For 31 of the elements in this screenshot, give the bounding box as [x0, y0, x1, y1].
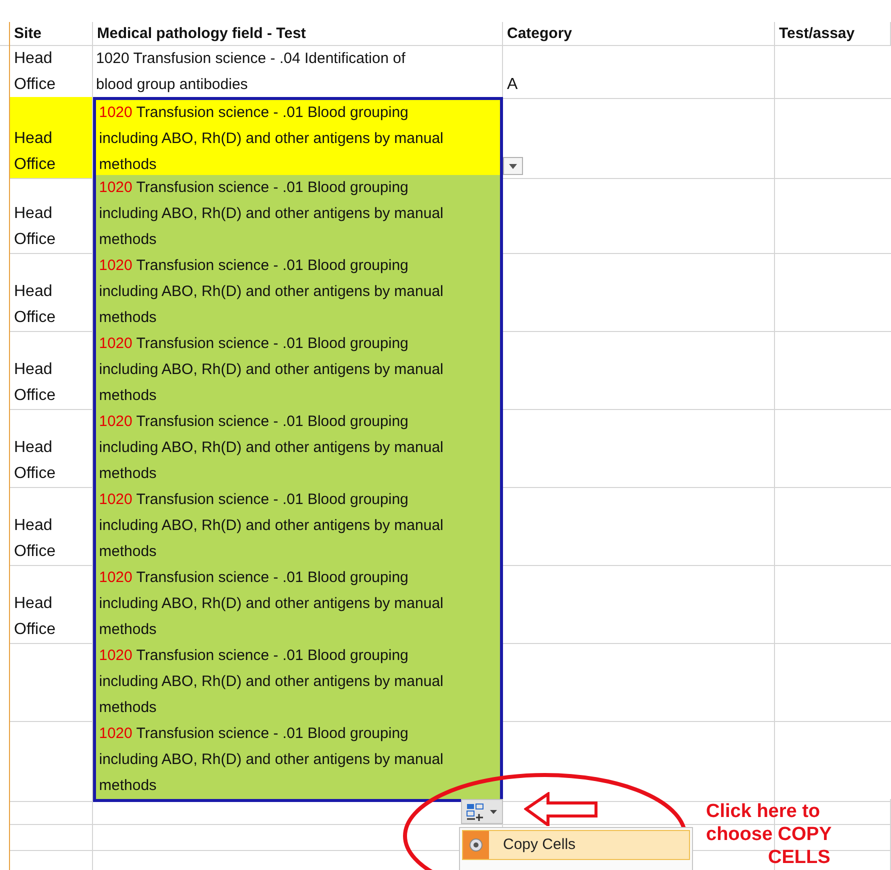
menu-item[interactable]: Copy Cells	[462, 830, 690, 860]
column-header: Site	[14, 24, 42, 44]
column-header: Medical pathology field - Test	[97, 24, 306, 44]
paste-options-icon	[466, 802, 486, 820]
column-header: Category	[507, 24, 572, 44]
test-cell-text: 1020 Transfusion science - .01 Blood grouping including ABO, Rh(D) and other antigens by manual methods	[99, 334, 444, 406]
test-cell-text: 1020 Transfusion science - .01 Blood grouping including ABO, Rh(D) and other antigens by manual methods	[99, 256, 444, 328]
site-cell-text: Head Office	[14, 282, 56, 328]
site-cell-text: Head Office	[14, 594, 56, 640]
dropdown-button[interactable]	[503, 157, 523, 175]
radio-icon	[463, 831, 489, 859]
site-cell-text: Head Office	[14, 438, 56, 484]
site-cell-text: Head Office	[14, 49, 56, 95]
test-cell-text: 1020 Transfusion science - .01 Blood grouping including ABO, Rh(D) and other antigens by manual methods	[99, 568, 444, 640]
test-cell-text: 1020 Transfusion science - .01 Blood grouping including ABO, Rh(D) and other antigens by manual methods	[99, 103, 444, 175]
site-cell-text: Head Office	[14, 516, 56, 562]
test-cell-text: 1020 Transfusion science - .01 Blood grouping including ABO, Rh(D) and other antigens by manual methods	[99, 646, 444, 718]
test-cell-text: 1020 Transfusion science - .01 Blood grouping including ABO, Rh(D) and other antigens by manual methods	[99, 412, 444, 484]
category-cell-text: A	[507, 75, 518, 95]
test-cell-text: 1020 Transfusion science - .01 Blood grouping including ABO, Rh(D) and other antigens by manual methods	[99, 178, 444, 250]
caret-icon	[490, 810, 497, 814]
site-cell-text: Head Office	[14, 204, 56, 250]
test-cell-text: 1020 Transfusion science - .01 Blood grouping including ABO, Rh(D) and other antigens by manual methods	[99, 490, 444, 562]
site-cell-text: Head Office	[14, 129, 56, 175]
column-header: Test/assay	[779, 24, 855, 44]
test-cell-text: 1020 Transfusion science - .01 Blood grouping including ABO, Rh(D) and other antigens by manual methods	[99, 724, 444, 796]
test-cell-text: 1020 Transfusion science - .04 Identification of blood group antibodies	[96, 49, 406, 95]
caret-icon	[509, 164, 517, 168]
site-cell-text: Head Office	[14, 360, 56, 406]
annotation-text: Click here to choose COPY CELLS	[706, 800, 832, 869]
paste-options-button[interactable]	[461, 799, 503, 824]
